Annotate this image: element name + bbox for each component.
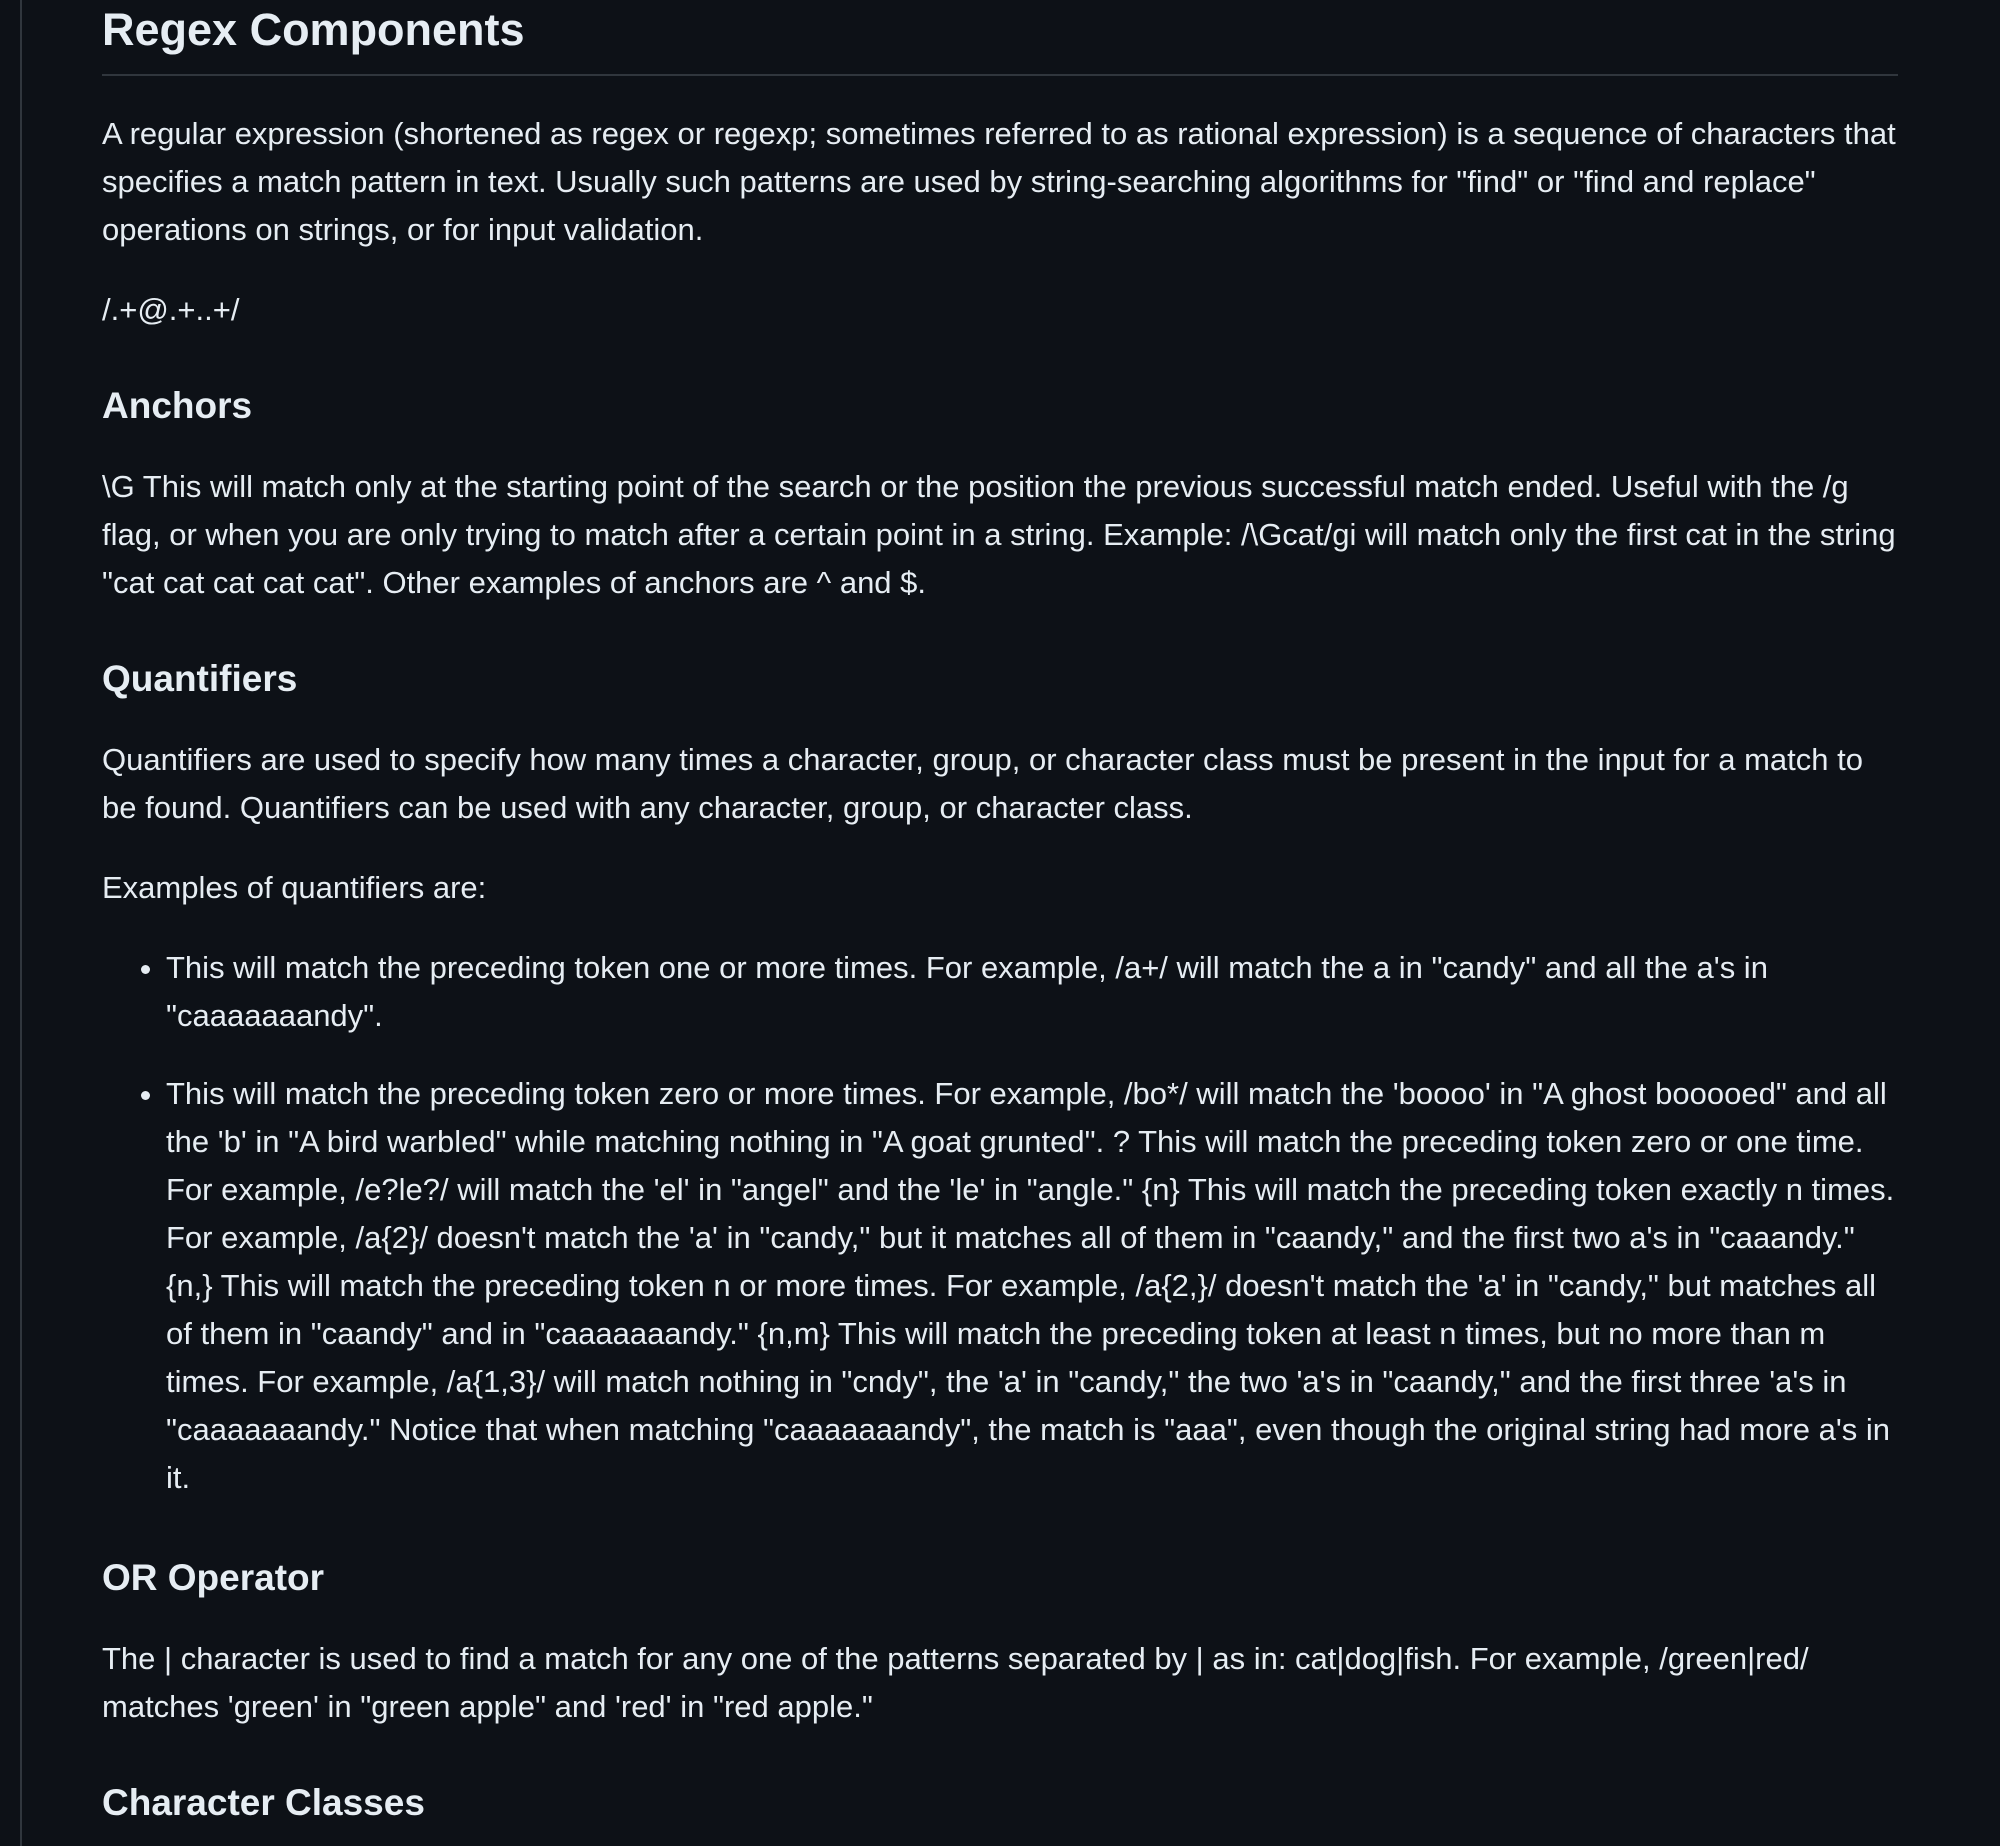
anchors-paragraph: \G This will match only at the starting … xyxy=(102,469,1896,600)
anchors-heading: Anchors xyxy=(102,385,253,426)
or-operator-paragraph: The | character is used to find a match … xyxy=(102,1641,1809,1724)
quantifiers-examples-intro: Examples of quantifiers are: xyxy=(102,870,487,905)
quantifiers-heading: Quantifiers xyxy=(102,658,298,699)
left-border xyxy=(20,0,22,1846)
page-title: Regex Components xyxy=(102,0,1898,76)
example-pattern: /.+@.+..+/ xyxy=(102,292,240,327)
character-classes-heading: Character Classes xyxy=(102,1782,425,1823)
quantifiers-paragraph: Quantifiers are used to specify how many… xyxy=(102,742,1863,825)
or-operator-heading: OR Operator xyxy=(102,1557,325,1598)
list-item: This will match the preceding token one … xyxy=(166,944,1898,1040)
intro-paragraph: A regular expression (shortened as regex… xyxy=(102,116,1896,247)
quantifiers-list: This will match the preceding token one … xyxy=(102,944,1898,1502)
list-item: This will match the preceding token zero… xyxy=(166,1070,1898,1502)
markdown-page: Regex Components A regular expression (s… xyxy=(0,0,2000,1846)
